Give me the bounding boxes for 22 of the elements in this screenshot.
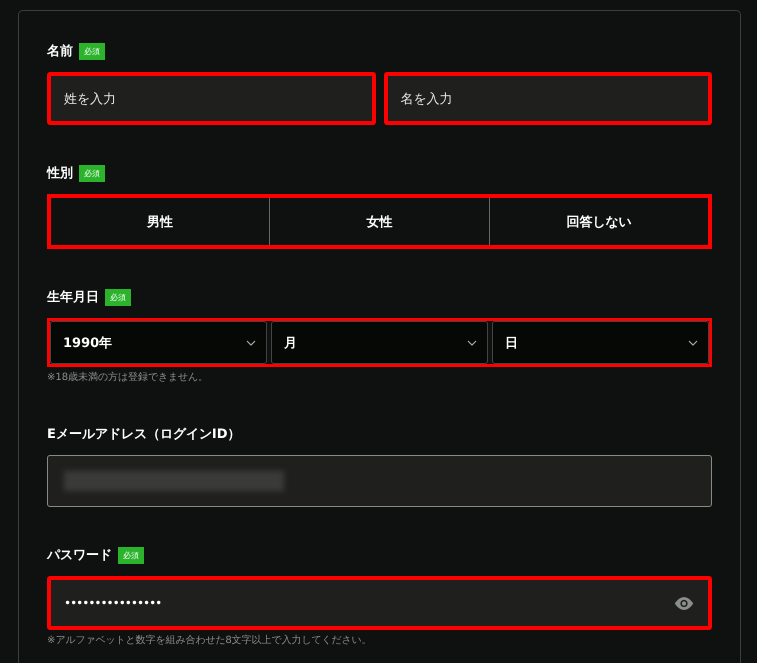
chevron-down-icon	[688, 340, 698, 346]
dropdown[interactable]: 日	[492, 321, 709, 364]
eye-icon[interactable]	[673, 596, 695, 610]
helper-text: ※アルファベットと数字を組み合わせた8文字以上で入力してください。	[47, 634, 373, 647]
field-label: Eメールアドレス（ログインID）	[47, 426, 241, 443]
field-label: パスワード	[47, 547, 112, 564]
email-field[interactable]	[47, 455, 712, 507]
required-badge: 必須	[105, 288, 131, 306]
helper-text: ※18歳未満の方は登録できません。	[47, 371, 210, 384]
dropdown[interactable]: 1990年	[50, 321, 267, 364]
field-label: 性別	[47, 165, 73, 182]
field-label: 生年月日	[47, 289, 99, 306]
password-field[interactable]: ••••••••••••••••	[47, 576, 712, 630]
required-badge: 必須	[79, 42, 105, 60]
required-badge: 必須	[79, 164, 105, 182]
required-badge: 必須	[118, 546, 144, 564]
dropdown[interactable]: 月	[271, 321, 488, 364]
chevron-down-icon	[246, 340, 256, 346]
text-field[interactable]: 姓を入力	[47, 72, 376, 125]
text-field[interactable]: 名を入力	[384, 72, 712, 125]
chevron-down-icon	[467, 340, 477, 346]
field-label: 名前	[47, 43, 73, 60]
